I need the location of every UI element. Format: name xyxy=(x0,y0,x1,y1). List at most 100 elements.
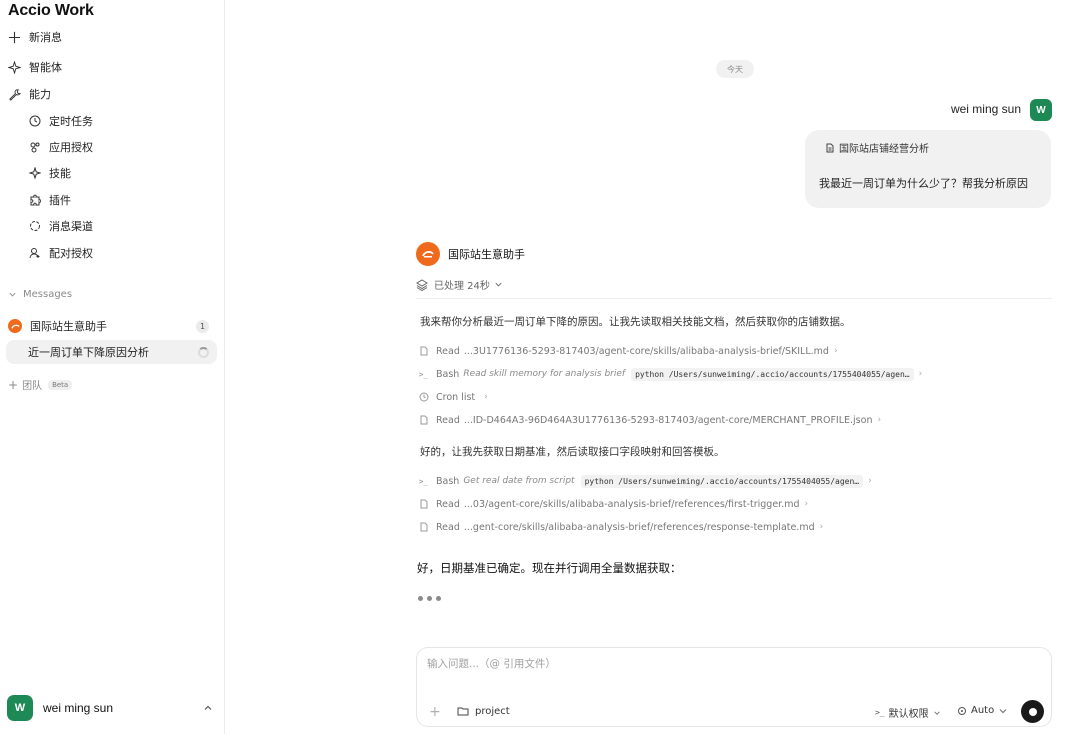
plus-icon xyxy=(8,31,21,43)
tool-call-read[interactable]: Read ...gent-core/skills/alibaba-analysi… xyxy=(418,519,823,535)
message-input[interactable] xyxy=(427,658,1027,670)
agent-logo-icon xyxy=(416,242,440,266)
tool-name: Cron list xyxy=(436,391,476,403)
chat-panel: 今天 wei ming sun W 国际站店铺经营分析 我最近一周订单为什么少了… xyxy=(226,0,1080,734)
conversation-title: 近一周订单下降原因分析 xyxy=(28,346,149,359)
tool-name: Bash xyxy=(436,475,460,487)
conversation-item-active[interactable]: 近一周订单下降原因分析 xyxy=(6,340,217,364)
sidebar-item-app-auth[interactable]: 应用授权 xyxy=(29,137,93,157)
brand-logo: Accio Work xyxy=(8,2,94,19)
project-selector[interactable]: project xyxy=(457,705,510,717)
tool-call-read[interactable]: Read ...3U1776136-5293-817403/agent-core… xyxy=(418,343,838,359)
plus-icon: + xyxy=(8,377,19,392)
sidebar-item-label: 应用授权 xyxy=(49,141,93,154)
chevron-down-icon xyxy=(999,708,1007,713)
tool-path: ...gent-core/skills/alibaba-analysis-bri… xyxy=(463,521,815,533)
divider xyxy=(416,298,1052,299)
nav-label: 智能体 xyxy=(29,61,62,74)
file-icon xyxy=(418,499,429,510)
sidebar-item-plugins[interactable]: 插件 xyxy=(29,190,71,210)
tool-call-bash[interactable]: >_ Bash Read skill memory for analysis b… xyxy=(418,366,922,382)
reference-label: 国际站店铺经营分析 xyxy=(839,144,929,155)
terminal-icon: >_ xyxy=(875,708,885,717)
new-message-button[interactable]: 新消息 xyxy=(8,27,62,47)
tool-description: Get real date from script xyxy=(463,476,575,486)
processed-label: 已处理 24秒 xyxy=(434,281,490,292)
chevron-down-icon xyxy=(9,292,16,297)
nav-capabilities[interactable]: 能力 xyxy=(8,84,51,104)
team-label: 团队 xyxy=(22,381,43,392)
apps-icon xyxy=(30,142,40,153)
conversation-item[interactable]: 国际站生意助手 1 xyxy=(6,314,217,338)
wrench-icon xyxy=(9,88,21,101)
folder-icon xyxy=(457,707,469,716)
processing-summary-toggle[interactable]: 已处理 24秒 xyxy=(416,277,509,292)
chevron-right-icon: › xyxy=(819,522,824,532)
user-message-bubble: 国际站店铺经营分析 我最近一周订单为什么少了？帮我分析原因 xyxy=(805,130,1051,208)
user-key-icon xyxy=(29,248,40,259)
file-icon xyxy=(418,522,429,533)
beta-badge: Beta xyxy=(48,379,73,390)
sidebar-item-pairing[interactable]: 配对授权 xyxy=(29,243,93,263)
chevron-right-icon: › xyxy=(833,346,838,356)
tool-command: python /Users/sunweiming/.accio/accounts… xyxy=(580,474,864,488)
tool-description: Read skill memory for analysis brief xyxy=(463,369,626,379)
agent-name: 国际站生意助手 xyxy=(448,248,525,261)
puzzle-icon xyxy=(30,194,41,206)
tool-path: ...ID-D464A3-96D464A3U1776136-5293-81740… xyxy=(463,414,873,426)
stop-button[interactable] xyxy=(1021,700,1044,723)
tool-path: ...3U1776136-5293-817403/agent-core/skil… xyxy=(463,345,829,357)
avatar: W xyxy=(1030,99,1052,121)
tool-name: Read xyxy=(436,498,460,510)
sparkle-icon xyxy=(29,167,41,179)
agent-message-intro: 我来帮你分析最近一周订单下降的原因。让我先读取相关技能文档，然后获取你的店铺数据… xyxy=(420,316,851,328)
terminal-icon: >_ xyxy=(418,476,429,486)
chevron-down-icon xyxy=(933,710,940,715)
channel-icon xyxy=(30,221,40,231)
clock-icon xyxy=(418,392,429,403)
tool-command: python /Users/sunweiming/.accio/accounts… xyxy=(631,367,914,381)
chevron-right-icon: › xyxy=(804,499,809,509)
sidebar-item-channels[interactable]: 消息渠道 xyxy=(29,216,93,236)
permission-selector[interactable]: >_ 默认权限 xyxy=(875,705,941,720)
add-attachment-button[interactable]: + xyxy=(429,704,441,720)
sidebar-item-skills[interactable]: 技能 xyxy=(29,163,71,183)
nav-agents[interactable]: 智能体 xyxy=(8,57,62,77)
loading-spinner-icon xyxy=(198,346,209,358)
mode-label: Auto xyxy=(971,705,995,716)
stop-icon xyxy=(1028,707,1037,716)
chevron-down-icon xyxy=(495,282,502,287)
unread-badge: 1 xyxy=(196,319,209,333)
user-menu[interactable]: W wei ming sun xyxy=(7,694,217,722)
sidebar-item-scheduled-tasks[interactable]: 定时任务 xyxy=(29,111,93,131)
tool-call-bash[interactable]: >_ Bash Get real date from script python… xyxy=(418,473,872,489)
project-label: project xyxy=(475,705,510,717)
chevron-up-icon xyxy=(204,705,212,710)
sparkle-icon xyxy=(8,60,21,74)
messages-section-toggle[interactable]: Messages xyxy=(8,289,72,300)
user-name: wei ming sun xyxy=(43,701,114,715)
agent-message-middle: 好的，让我先获取日期基准，然后读取接口字段映射和回答模板。 xyxy=(420,446,725,458)
nav-label: 能力 xyxy=(29,88,51,101)
sidebar: Accio Work 新消息 智能体 能力 定时任务 应用授权 技能 插件 消息… xyxy=(0,0,225,734)
team-button[interactable]: + 团队 Beta xyxy=(8,377,73,392)
permission-label: 默认权限 xyxy=(888,709,929,720)
clock-icon xyxy=(29,115,41,127)
skill-reference[interactable]: 国际站店铺经营分析 xyxy=(825,140,929,155)
sidebar-item-label: 配对授权 xyxy=(49,247,93,260)
tool-name: Read xyxy=(436,521,460,533)
tool-call-read[interactable]: Read ...ID-D464A3-96D464A3U1776136-5293-… xyxy=(418,412,881,428)
typing-indicator xyxy=(418,596,445,601)
sidebar-item-label: 插件 xyxy=(49,194,71,207)
mode-selector[interactable]: Auto xyxy=(957,705,1012,716)
agent-header: 国际站生意助手 xyxy=(416,242,525,266)
tool-path: ...03/agent-core/skills/alibaba-analysis… xyxy=(463,498,800,510)
sidebar-item-label: 定时任务 xyxy=(49,115,93,128)
tool-call-read[interactable]: Read ...03/agent-core/skills/alibaba-ana… xyxy=(418,496,808,512)
tool-name: Read xyxy=(436,345,460,357)
conversation-title: 国际站生意助手 xyxy=(30,320,107,333)
chevron-right-icon: › xyxy=(918,369,923,379)
tool-call-cron[interactable]: Cron list › xyxy=(418,389,488,405)
user-display-name: wei ming sun xyxy=(950,102,1021,116)
file-icon xyxy=(418,415,429,426)
